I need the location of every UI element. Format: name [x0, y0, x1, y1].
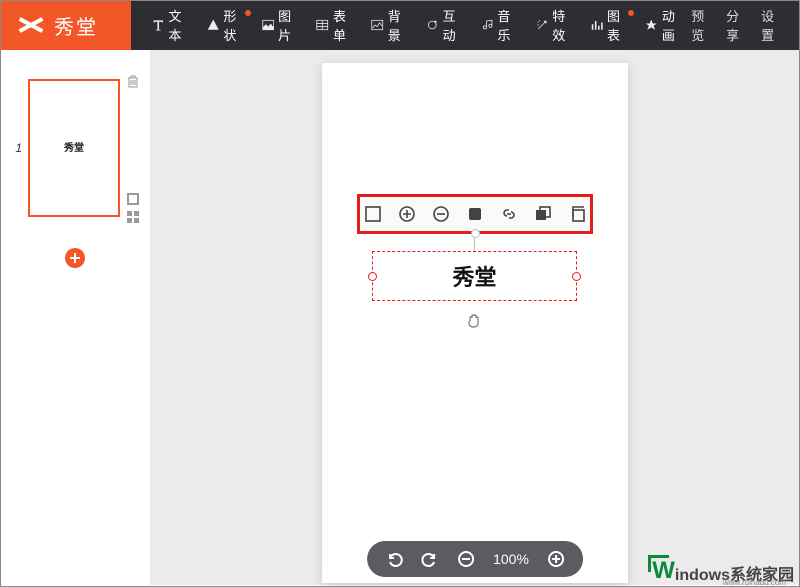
nav-interact[interactable]: 互动 [417, 0, 472, 50]
grid-icon[interactable] [126, 210, 140, 224]
badge-dot [245, 10, 251, 16]
shape-icon [207, 17, 220, 33]
watermark-prefix: W [652, 557, 675, 585]
selected-text-box[interactable]: 秀堂 [372, 251, 577, 301]
watermark-sub: www.ruihadu.com [723, 578, 786, 587]
background-icon [371, 17, 384, 33]
nav-text[interactable]: 文本 [143, 0, 198, 50]
music-icon [481, 17, 494, 33]
app-logo[interactable]: 秀堂 [0, 0, 131, 50]
grab-cursor-icon [465, 311, 485, 331]
zoom-out-button[interactable] [457, 550, 475, 568]
layout-icon[interactable] [126, 192, 140, 206]
page-thumbnail[interactable]: 秀堂 [28, 79, 120, 217]
copy-tool[interactable] [568, 205, 586, 223]
zoom-in-tool[interactable] [398, 205, 416, 223]
nav-table[interactable]: 表单 [307, 0, 362, 50]
plus-circle-icon [63, 246, 87, 270]
delete-page-icon[interactable] [126, 74, 140, 88]
star-icon [645, 17, 658, 33]
nav-effect[interactable]: 特效 [527, 0, 582, 50]
image-icon [262, 17, 275, 33]
text-content: 秀堂 [452, 260, 496, 292]
nav-share[interactable]: 分享 [726, 6, 747, 44]
interact-icon [426, 17, 439, 33]
chart-icon [591, 17, 604, 33]
redo-button[interactable] [421, 550, 439, 568]
canvas-area: 秀堂 100% [150, 50, 800, 585]
add-page-button[interactable] [63, 246, 87, 270]
frame-tool[interactable] [364, 205, 382, 223]
canvas-page[interactable]: 秀堂 [322, 63, 628, 583]
thumb-actions [126, 74, 140, 224]
page-number: 1 [10, 141, 22, 155]
nav-image[interactable]: 图片 [253, 0, 308, 50]
zoom-controls: 100% [367, 541, 583, 577]
undo-button[interactable] [385, 550, 403, 568]
nav-shape[interactable]: 形状 [198, 0, 253, 50]
fill-tool[interactable] [466, 205, 484, 223]
resize-handle-left[interactable] [368, 272, 377, 281]
main-nav: 文本 形状 图片 表单 背景 互动 音乐 特效 图表 动画 [131, 0, 691, 50]
badge-dot [628, 10, 634, 16]
layer-tool[interactable] [534, 205, 552, 223]
resize-handle-right[interactable] [572, 272, 581, 281]
pages-sidebar: 1 秀堂 [0, 50, 150, 585]
main-area: 1 秀堂 [0, 50, 800, 585]
table-icon [316, 17, 329, 33]
nav-preview[interactable]: 预览 [691, 6, 712, 44]
nav-music[interactable]: 音乐 [472, 0, 527, 50]
link-tool[interactable] [500, 205, 518, 223]
zoom-out-tool[interactable] [432, 205, 450, 223]
context-toolbar [357, 194, 593, 234]
toolbar-stem [474, 233, 475, 251]
nav-settings[interactable]: 设置 [761, 6, 782, 44]
nav-animation[interactable]: 动画 [636, 0, 691, 50]
page-thumb-row: 1 秀堂 [10, 72, 140, 224]
nav-right: 预览 分享 设置 [691, 6, 800, 44]
text-icon [152, 17, 165, 33]
thumbnail-text: 秀堂 [30, 139, 118, 154]
logo-icon [18, 14, 44, 36]
nav-chart[interactable]: 图表 [582, 0, 637, 50]
zoom-in-button[interactable] [547, 550, 565, 568]
logo-text: 秀堂 [54, 11, 98, 40]
effect-icon [536, 17, 549, 33]
zoom-level[interactable]: 100% [493, 551, 529, 567]
watermark: Windows系统家园 www.ruihadu.com [652, 557, 794, 585]
top-toolbar: 秀堂 文本 形状 图片 表单 背景 互动 音乐 特效 图表 动画 预览 分享 设… [0, 0, 800, 50]
nav-background[interactable]: 背景 [362, 0, 417, 50]
